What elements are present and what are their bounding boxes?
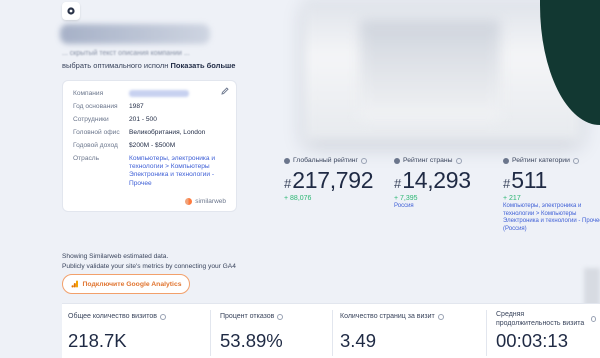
divider xyxy=(332,310,333,356)
info-row-hq: Головной офис Великобритания, London xyxy=(73,129,229,137)
info-row-company: Компания xyxy=(73,90,229,100)
description-line-2: выбрать оптимального исполн Показать бол… xyxy=(62,61,235,70)
info-icon[interactable] xyxy=(277,313,284,320)
settings-button[interactable] xyxy=(62,2,80,20)
divider xyxy=(486,310,487,356)
metric-label: Количество страниц за визит xyxy=(340,313,435,320)
metric-label: Процент отказов xyxy=(220,313,275,320)
description-line-1: ... скрытый текст описания компании ... xyxy=(62,50,190,57)
rank-delta: + 88,076 xyxy=(284,195,312,202)
rank-value: 511 xyxy=(511,167,548,193)
info-key: Сотрудники xyxy=(73,116,109,123)
blurred-company-title xyxy=(60,24,210,44)
divider xyxy=(210,310,211,356)
info-icon[interactable] xyxy=(159,313,166,320)
info-row-employees: Сотрудники 201 - 500 xyxy=(73,116,229,124)
company-info-card: Компания Год основания 1987 Сотрудники 2… xyxy=(62,80,237,212)
metrics-strip: Общее количество визитов 218.7K Процент … xyxy=(62,303,600,358)
metric-value: 00:03:13 xyxy=(496,330,569,351)
info-icon[interactable] xyxy=(572,157,579,164)
industry-link[interactable]: Компьютеры, электроника и технологии > К… xyxy=(129,155,229,188)
category-rank-block: Рейтинг категории # 511 + 217 Компьютеры… xyxy=(503,157,600,233)
blurred-site-preview-content xyxy=(360,20,500,120)
global-rank-block: Глобальный рейтинг # 217,792 + 88,076 xyxy=(284,157,374,202)
info-icon[interactable] xyxy=(360,157,367,164)
info-row-revenue: Годовой доход $200M - $500M xyxy=(73,142,229,150)
info-value: $200M - $500M xyxy=(129,142,176,149)
info-key: Год основания xyxy=(73,103,118,110)
info-value: 1987 xyxy=(129,103,144,110)
ga-button-label: Подключите Google Analytics xyxy=(82,280,182,288)
flag-icon xyxy=(394,157,400,164)
info-key: Годовой доход xyxy=(73,142,118,149)
info-icon[interactable] xyxy=(437,313,444,320)
metric-total-visits: Общее количество визитов 218.7K xyxy=(68,304,208,358)
country-rank-block: Рейтинг страны # 14,293 + 7,395 Россия xyxy=(394,157,471,211)
metric-avg-duration: Средняя продолжительность визита 00:03:1… xyxy=(496,304,596,358)
rank-title: Рейтинг категории xyxy=(512,157,570,164)
hash-symbol: # xyxy=(394,176,402,191)
rank-value: 14,293 xyxy=(402,167,471,193)
blurred-side-strip xyxy=(584,268,600,308)
similarweb-brand: similarweb xyxy=(195,198,226,205)
rank-delta: + 217 xyxy=(503,195,521,202)
gear-icon xyxy=(67,7,75,15)
info-key: Отрасль xyxy=(73,155,100,162)
connect-google-analytics-button[interactable]: Подключите Google Analytics xyxy=(62,274,190,294)
rank-value: 217,792 xyxy=(292,167,374,193)
description-text: выбрать оптимального исполн xyxy=(62,61,169,70)
hash-symbol: # xyxy=(503,176,511,191)
rank-delta: + 7,395 xyxy=(394,195,418,202)
globe-icon xyxy=(284,157,290,164)
category-link[interactable]: Компьютеры, электроника и технологии > К… xyxy=(503,203,600,233)
metric-value: 3.49 xyxy=(340,330,377,351)
info-row-industry: Отрасль Компьютеры, электроника и технол… xyxy=(73,155,229,188)
rank-title: Рейтинг страны xyxy=(403,157,453,164)
info-icon[interactable] xyxy=(455,157,462,164)
info-value: Великобритания, London xyxy=(129,129,206,136)
metric-label: Общее количество визитов xyxy=(68,313,157,320)
metric-label: Средняя продолжительность визита xyxy=(496,311,585,327)
country-link[interactable]: Россия xyxy=(394,203,471,211)
metric-bounce-rate: Процент отказов 53.89% xyxy=(220,304,330,358)
info-value-blurred xyxy=(129,90,229,100)
hash-symbol: # xyxy=(284,176,292,191)
estimated-data-note: Showing Similarweb estimated data. xyxy=(62,253,169,260)
similarweb-logo-icon xyxy=(185,198,193,205)
validate-note: Publicly validate your site's metrics by… xyxy=(62,263,236,270)
similarweb-logo: similarweb xyxy=(185,198,226,205)
rank-title: Глобальный рейтинг xyxy=(293,157,358,164)
metric-value: 218.7K xyxy=(68,330,127,351)
info-icon[interactable] xyxy=(590,316,596,322)
info-value: 201 - 500 xyxy=(129,116,157,123)
info-key: Компания xyxy=(73,90,104,97)
metric-pages-per-visit: Количество страниц за визит 3.49 xyxy=(340,304,480,358)
info-key: Головной офис xyxy=(73,129,120,136)
info-row-founded: Год основания 1987 xyxy=(73,103,229,111)
metric-value: 53.89% xyxy=(220,330,283,351)
category-icon xyxy=(503,157,509,164)
show-more-link[interactable]: Показать больше xyxy=(171,61,236,70)
google-analytics-icon xyxy=(71,280,78,288)
